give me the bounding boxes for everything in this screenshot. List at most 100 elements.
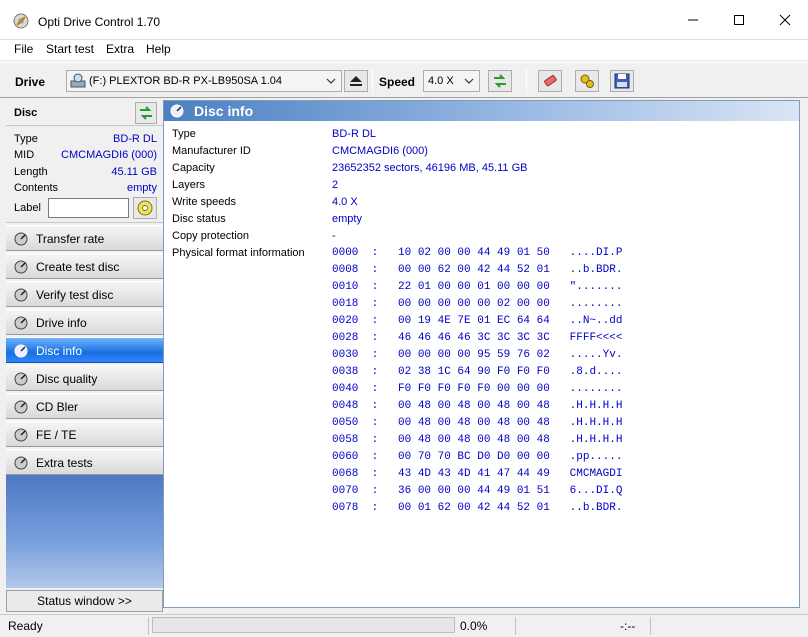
- minimize-button[interactable]: [670, 0, 716, 40]
- nav-label: Extra tests: [36, 456, 93, 470]
- close-button[interactable]: [762, 0, 808, 40]
- info-value: 4.0 X: [332, 196, 358, 208]
- hex-dump-line: 0040 : F0 F0 F0 F0 F0 00 00 00 ........: [332, 383, 623, 395]
- hex-dump-line: 0018 : 00 00 00 00 00 02 00 00 ........: [332, 298, 623, 310]
- status-separator: [650, 617, 651, 635]
- hex-dump-line: 0038 : 02 38 1C 64 90 F0 F0 F0 .8.d....: [332, 366, 623, 378]
- nav-label: Disc quality: [36, 372, 98, 386]
- disc-prop-value: CMCMAGDI6 (000): [61, 149, 157, 161]
- hex-dump-line: 0070 : 36 00 00 00 44 49 01 51 6...DI.Q: [332, 485, 623, 497]
- disc-gauge-icon: [14, 372, 28, 386]
- toolbar: Drive (F:) PLEXTOR BD-R PX-LB950SA 1.04 …: [0, 62, 808, 98]
- window-right-edge: [800, 100, 808, 614]
- info-key: Layers: [172, 179, 206, 191]
- menu-help[interactable]: Help: [146, 42, 171, 56]
- disc-info-header: Disc info: [164, 101, 799, 121]
- disc-prop-value: 45.11 GB: [111, 166, 157, 178]
- hex-dump-line: 0068 : 43 4D 43 4D 41 47 44 49 CMCMAGDI: [332, 468, 623, 480]
- save-button[interactable]: [610, 70, 634, 92]
- menu-bar: File Start test Extra Help: [0, 40, 808, 60]
- nav-fe-te[interactable]: FE / TE: [6, 421, 163, 447]
- status-window-button[interactable]: Status window >>: [6, 590, 163, 612]
- disc-label-row: Label: [6, 197, 163, 219]
- drive-icon: [70, 73, 86, 88]
- nav-verify-test-disc[interactable]: Verify test disc: [6, 281, 163, 307]
- hex-dump-line: 0028 : 46 46 46 46 3C 3C 3C 3C FFFF<<<<: [332, 332, 623, 344]
- settings-button[interactable]: [575, 70, 599, 92]
- nav-extra-tests[interactable]: Extra tests: [6, 449, 163, 475]
- disc-prop-value: empty: [127, 182, 157, 194]
- nav-transfer-rate[interactable]: Transfer rate: [6, 225, 163, 251]
- info-key: Copy protection: [172, 230, 250, 242]
- disc-prop-row: Contents empty: [6, 180, 163, 196]
- drive-select-value: (F:) PLEXTOR BD-R PX-LB950SA 1.04: [89, 75, 282, 87]
- info-value: BD-R DL: [332, 128, 377, 140]
- nav-drive-info[interactable]: Drive info: [6, 309, 163, 335]
- hex-dump-line: 0008 : 00 00 62 00 42 44 52 01 ..b.BDR.: [332, 264, 623, 276]
- nav-label: Transfer rate: [36, 232, 105, 246]
- speed-select[interactable]: 4.0 X: [423, 70, 480, 92]
- toolbar-separator: [526, 68, 527, 94]
- info-value: empty: [332, 213, 362, 225]
- disc-gauge-icon: [14, 344, 28, 358]
- hex-dump-line: 0050 : 00 48 00 48 00 48 00 48 .H.H.H.H: [332, 417, 623, 429]
- hex-dump-line: 0000 : 10 02 00 00 44 49 01 50 ....DI.P: [332, 247, 623, 259]
- status-bar: Ready 0.0% -:--: [0, 614, 808, 637]
- disc-gauge-icon: [14, 288, 28, 302]
- chevron-down-icon: [326, 78, 336, 84]
- nav-create-test-disc[interactable]: Create test disc: [6, 253, 163, 279]
- disc-gauge-icon: [14, 400, 28, 414]
- nav-disc-info[interactable]: Disc info: [6, 337, 163, 363]
- refresh-speed-button[interactable]: [488, 70, 512, 92]
- hex-dump-line: 0060 : 00 70 70 BC D0 D0 00 00 .pp.....: [332, 451, 623, 463]
- title-bar: Opti Drive Control 1.70: [0, 0, 808, 40]
- disc-prop-row: MID CMCMAGDI6 (000): [6, 147, 163, 163]
- status-text: Ready: [8, 619, 43, 633]
- disc-properties: Type BD-R DL MID CMCMAGDI6 (000) Length …: [6, 127, 163, 223]
- disc-gauge-icon: [14, 260, 28, 274]
- gears-icon: [580, 74, 594, 88]
- status-separator: [515, 617, 516, 635]
- chevron-down-icon: [464, 78, 474, 84]
- toolbar-separator: [372, 68, 373, 94]
- disc-panel-header: Disc: [6, 100, 163, 126]
- menu-start-test[interactable]: Start test: [46, 42, 94, 56]
- erase-button[interactable]: [538, 70, 562, 92]
- disc-icon: [137, 200, 153, 216]
- info-value: CMCMAGDI6 (000): [332, 145, 428, 157]
- hex-dump-line: 0010 : 22 01 00 00 01 00 00 00 ".......: [332, 281, 623, 293]
- disc-refresh-button[interactable]: [135, 102, 157, 124]
- close-icon: [779, 14, 791, 26]
- drive-select[interactable]: (F:) PLEXTOR BD-R PX-LB950SA 1.04: [66, 70, 342, 92]
- disc-gauge-icon: [14, 456, 28, 470]
- disc-prop-row: Length 45.11 GB: [6, 164, 163, 180]
- nav-label: Drive info: [36, 316, 87, 330]
- disc-label-input[interactable]: [48, 198, 129, 218]
- disc-info-title: Disc info: [194, 103, 254, 119]
- nav-disc-quality[interactable]: Disc quality: [6, 365, 163, 391]
- eraser-icon: [544, 74, 557, 87]
- info-value: -: [332, 230, 336, 242]
- nav-cd-bler[interactable]: CD Bler: [6, 393, 163, 419]
- elapsed-time: -:--: [620, 619, 636, 633]
- eject-icon: [350, 76, 362, 86]
- maximize-button[interactable]: [716, 0, 762, 40]
- menu-file[interactable]: File: [14, 42, 33, 56]
- left-panel: Disc Type BD-R DL MID CMCMAGDI6 (000) Le…: [6, 100, 163, 614]
- info-row: Manufacturer ID CMCMAGDI6 (000): [164, 143, 799, 160]
- disc-prop-key: Type: [14, 133, 38, 145]
- eject-button[interactable]: [344, 70, 368, 92]
- refresh-arrows-icon: [494, 74, 506, 88]
- info-key: Capacity: [172, 162, 215, 174]
- info-key: Write speeds: [172, 196, 236, 208]
- info-row: Disc status empty: [164, 211, 799, 228]
- info-row: Capacity 23652352 sectors, 46196 MB, 45.…: [164, 160, 799, 177]
- menu-extra[interactable]: Extra: [106, 42, 134, 56]
- hex-dump-line: 0030 : 00 00 00 00 95 59 76 02 .....Yv.: [332, 349, 623, 361]
- disc-prop-key: Length: [14, 166, 48, 178]
- nav-label: Create test disc: [36, 260, 120, 274]
- hex-dump-line: 0078 : 00 01 62 00 42 44 52 01 ..b.BDR.: [332, 502, 623, 514]
- hex-dump-line: 0020 : 00 19 4E 7E 01 EC 64 64 ..N~..dd: [332, 315, 623, 327]
- disc-label-button[interactable]: [133, 197, 157, 219]
- nav-label: Disc info: [36, 344, 83, 358]
